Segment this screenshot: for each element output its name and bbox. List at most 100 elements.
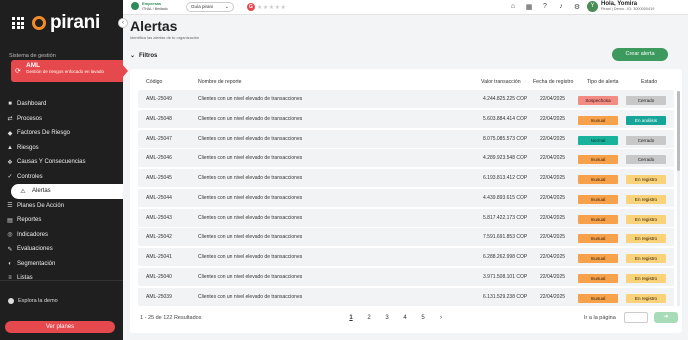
cell-code[interactable]: AML-25047 [146,136,172,142]
avatar: Y [587,1,598,12]
bell-icon[interactable]: ♪ [557,3,565,11]
logo[interactable]: pirani [12,12,100,34]
cell-date: 22/04/2025 [540,293,566,300]
cell-value: 7.591.691.853 COP [483,234,528,241]
alert-type-badge: Inusual [578,254,618,263]
table-row[interactable]: AML-25044 Clientes con un nivel elevado d… [138,188,674,207]
cell-date: 22/04/2025 [540,115,566,122]
ver-planes-button[interactable]: Ver planes [5,321,115,333]
table-row[interactable]: AML-25041 Clientes con un nivel elevado d… [138,248,674,266]
apps-grid-icon[interactable] [12,17,24,29]
rating[interactable]: G ★★★★★ [247,3,286,11]
pirani-logo-icon [32,16,46,30]
goto-page-input[interactable] [624,312,648,323]
nav-label: Factores De Riesgo [17,130,71,137]
guide-select[interactable]: Guía pirani ⌄ [186,2,234,12]
col-codigo[interactable]: Código [146,79,162,85]
sidebar-item-planes-de-acción[interactable]: ☰ Planes De Acción [0,199,123,214]
help-icon[interactable]: ? [541,3,549,11]
create-alert-button[interactable]: Crear alerta [612,48,668,61]
col-fecha[interactable]: Fecha de registro [533,79,573,85]
sidebar-item-procesos[interactable]: ⇄ Procesos [0,112,123,127]
cell-code[interactable]: AML-25043 [146,215,172,221]
cell-code[interactable]: AML-25048 [146,116,172,122]
store-icon[interactable]: ⌂ [509,3,517,11]
cell-code[interactable]: AML-25049 [146,96,172,102]
status-badge: Cerrado [626,135,666,145]
table-row[interactable]: AML-25046 Clientes con un nivel elevado d… [138,149,674,168]
cell-name: Clientes con un nivel elevado de transac… [198,234,303,241]
col-nombre[interactable]: Nombre de reporte [198,79,242,85]
sidebar-item-listas[interactable]: ≡ Listas [0,271,123,286]
alert-type-badge: Sospechosa [578,96,618,105]
cell-code[interactable]: AML-25045 [146,175,172,181]
sidebar-nav: ■ Dashboard ⇄ Procesos ◆ Factores De Riesgo ▲ R… [0,97,123,286]
page-2[interactable]: 2 [366,315,372,321]
cell-code[interactable]: AML-25044 [146,195,172,201]
table-body: AML-25049 Clientes con un nivel elevado d… [138,90,674,308]
status-badge: En registro [626,234,666,244]
gear-icon[interactable]: ⚙ [573,3,581,11]
status-badge: En registro [626,175,666,184]
table-scrollbar[interactable] [677,91,680,306]
col-tipo[interactable]: Tipo de alerta [587,79,619,85]
table-row[interactable]: AML-25040 Clientes con un nivel elevado d… [138,267,674,286]
cell-code[interactable]: AML-25041 [146,254,172,260]
col-estado[interactable]: Estado [641,79,657,85]
user-menu[interactable]: Y Hola, Yomira Pirani | Demo - ID: 30000… [587,1,654,12]
sidebar-item-indicadores[interactable]: ◎ Indicadores [0,228,123,243]
goto-page-button[interactable]: ➜ [654,312,678,323]
table-row[interactable]: AML-25047 Clientes con un nivel elevado d… [138,129,674,148]
sidebar-item-alertas[interactable]: ⚠ Alertas [11,184,123,199]
cell-date: 22/04/2025 [540,194,566,201]
table-row[interactable]: AML-25043 Clientes con un nivel elevado d… [138,208,674,227]
table-row[interactable]: AML-25048 Clientes con un nivel elevado d… [138,109,674,128]
cell-name: Clientes con un nivel elevado de transac… [198,175,303,181]
page-5[interactable]: 5 [420,315,426,321]
page-1[interactable]: 1 [348,315,354,321]
collapse-sidebar-button[interactable]: ‹ [118,18,128,28]
alerts-table-card: Código Nombre de reporte Valor transacci… [130,69,682,333]
pagination: 1 2 3 4 5 › [348,315,444,321]
col-valor[interactable]: Valor transacción [481,79,521,85]
sidebar-item-evaluaciones[interactable]: ✎ Evaluaciones [0,242,123,257]
sidebar-item-causas-y-consecuencias[interactable]: ❖ Causas Y Consecuencias [0,155,123,170]
chevron-down-icon: ⌄ [130,53,136,59]
cell-code[interactable]: AML-25040 [146,274,172,280]
sidebar-item-dashboard[interactable]: ■ Dashboard [0,97,123,112]
table-row[interactable]: AML-25039 Clientes con un nivel elevado d… [138,287,674,306]
sidebar-item-controles[interactable]: ✓ Controles [0,170,123,185]
alert-type-badge: Inusual [578,155,618,165]
table-row[interactable]: AML-25045 Clientes con un nivel elevado d… [138,169,674,187]
sidebar-item-riesgos[interactable]: ▲ Riesgos [0,141,123,156]
alert-type-badge: Inusual [578,175,618,184]
rating-badge: G [247,3,255,11]
table-row[interactable]: AML-25042 Clientes con un nivel elevado d… [138,228,674,247]
page-3[interactable]: 3 [384,315,390,321]
cell-name: Clientes con un nivel elevado de transac… [198,115,303,122]
cell-code[interactable]: AML-25046 [146,155,172,161]
page-4[interactable]: 4 [402,315,408,321]
cell-date: 22/04/2025 [540,234,566,241]
status-badge: En registro [626,254,666,263]
alert-type-badge: Inusual [578,234,618,244]
sidebar-item-factores-de-riesgo[interactable]: ◆ Factores De Riesgo [0,126,123,141]
sidebar-item-reportes[interactable]: ▤ Reportes [0,213,123,228]
nav-icon: ⚠ [20,188,26,195]
cell-code[interactable]: AML-25039 [146,294,172,300]
logo-text: pirani [50,12,100,33]
company-info[interactable]: Empresas ITHAL / Ilimitado [131,1,168,11]
scrollbar-thumb[interactable] [677,91,680,171]
filters-toggle[interactable]: ⌄ Filtros [130,52,157,60]
explore-demo[interactable]: Explora la demo [8,298,58,304]
top-icons: ⌂ ▦ ? ♪ ⚙ [509,3,581,11]
next-page-icon[interactable]: › [438,315,444,321]
cell-code[interactable]: AML-25042 [146,234,172,240]
calendar-icon[interactable]: ▦ [525,3,533,11]
guide-select-value: Guía pirani [191,4,214,9]
alert-type-badge: Inusual [578,115,618,125]
sidebar-item-segmentación[interactable]: ◐ Segmentación [0,257,123,272]
module-title: AML [26,62,41,69]
table-row[interactable]: AML-25049 Clientes con un nivel elevado d… [138,90,674,108]
module-selector[interactable]: ⟳ AML Gestión de riesgos enfocado en lav… [11,60,123,82]
